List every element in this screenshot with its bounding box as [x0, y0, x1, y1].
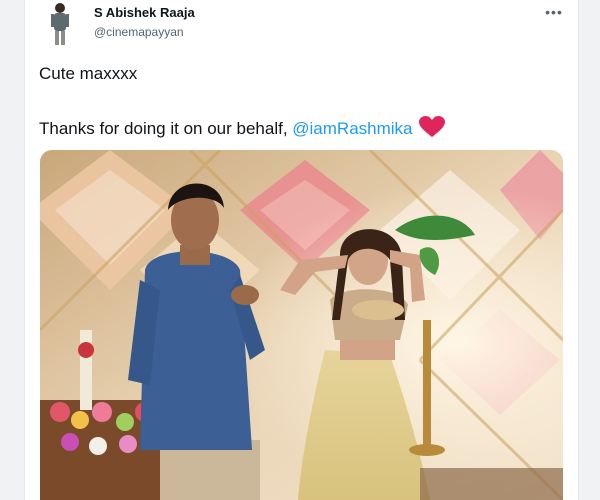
tweet-text-prefix: Thanks for doing it on our behalf,: [39, 119, 293, 138]
more-options-button[interactable]: •••: [544, 4, 564, 20]
author-display-name[interactable]: S Abishek Raaja: [94, 5, 195, 20]
red-heart-icon: [418, 116, 445, 143]
tweet-text-line-1: Cute maxxxx: [39, 64, 138, 83]
tweet-media-photo[interactable]: [40, 150, 563, 500]
photo-image: [40, 150, 563, 500]
mention-link[interactable]: @iamRashmika: [292, 119, 412, 138]
more-horizontal-icon: •••: [545, 4, 563, 20]
author-avatar[interactable]: [47, 0, 73, 46]
tweet-card[interactable]: S Abishek Raaja @cinemapayyan ••• Cute m…: [24, 0, 579, 500]
tweet-text-line-2: Thanks for doing it on our behalf, @iamR…: [39, 116, 445, 143]
author-handle[interactable]: @cinemapayyan: [94, 25, 184, 39]
person-avatar-icon: [47, 0, 73, 46]
